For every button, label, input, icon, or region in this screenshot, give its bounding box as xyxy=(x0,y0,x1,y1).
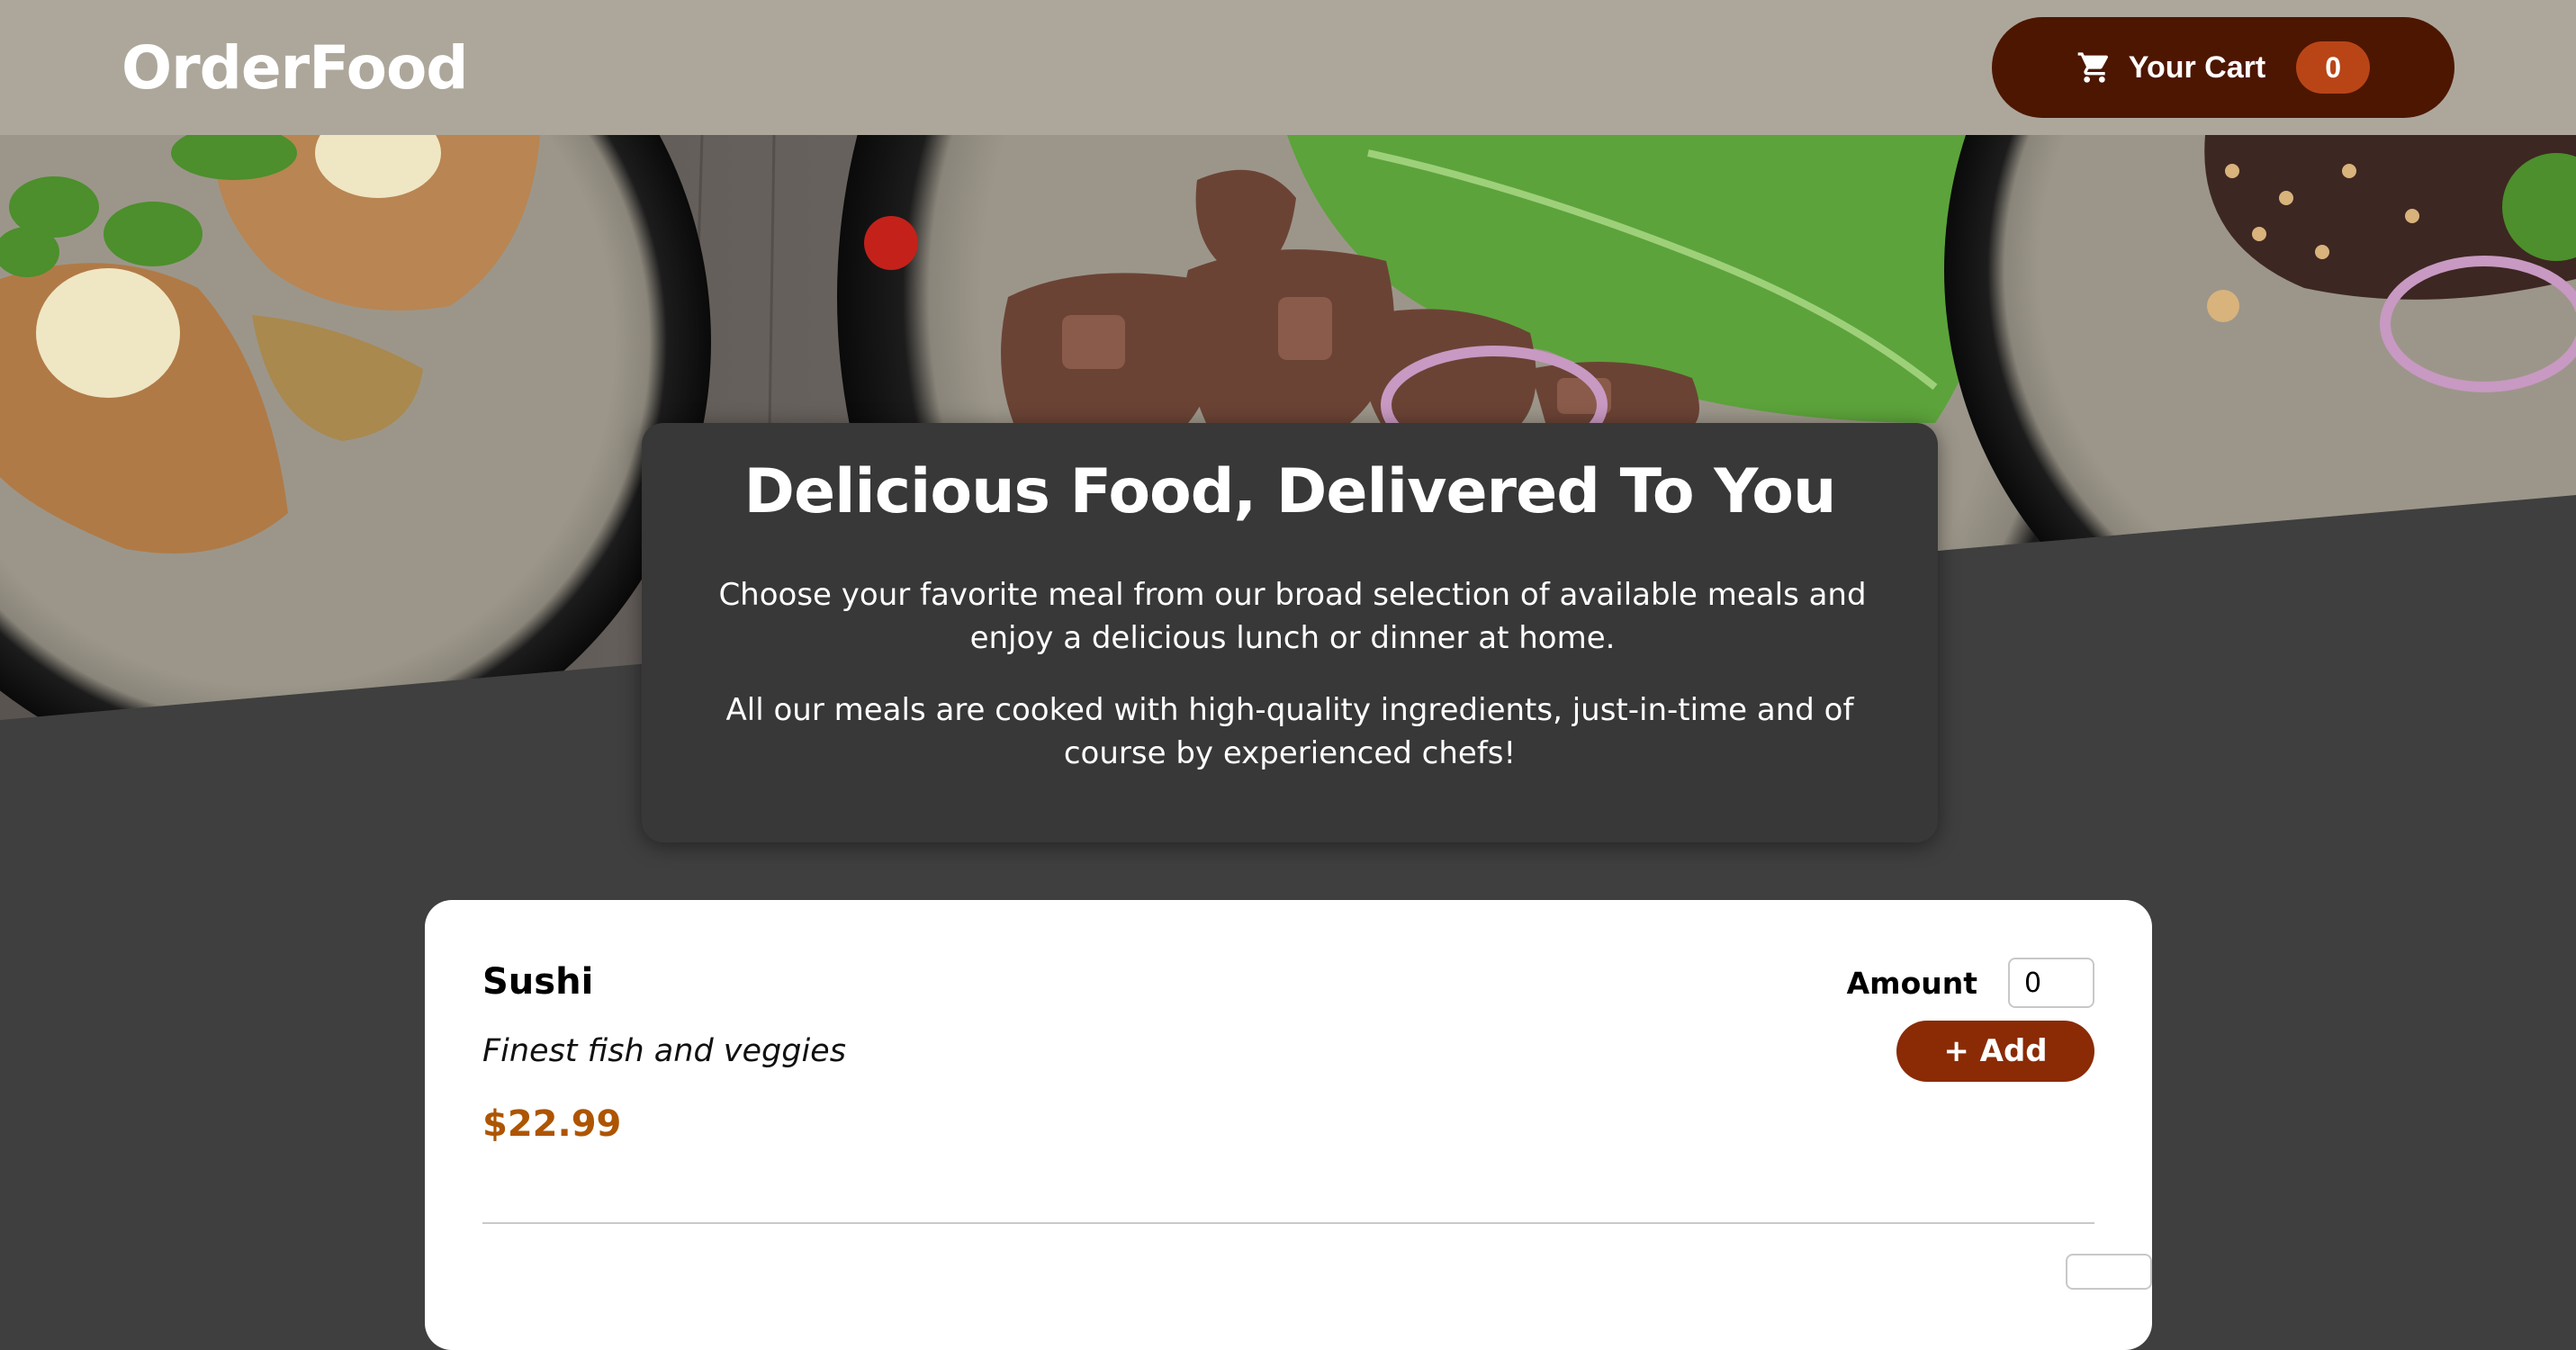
meal-add-form: Amount + Add xyxy=(1847,958,2094,1082)
meal-price: $22.99 xyxy=(482,1103,622,1145)
app-header: OrderFood Your Cart 0 xyxy=(0,0,2576,135)
meals-list-card: Sushi Finest fish and veggies $22.99 Amo… xyxy=(425,900,2152,1350)
cart-label: Your Cart xyxy=(2128,50,2266,85)
cart-count-badge: 0 xyxy=(2296,41,2371,94)
summary-title: Delicious Food, Delivered To You xyxy=(743,456,1837,527)
meal-item: Sushi Finest fish and veggies $22.99 Amo… xyxy=(482,900,2094,1224)
amount-row: Amount xyxy=(1847,958,2094,1008)
brand-logo: OrderFood xyxy=(122,32,469,103)
shopping-cart-icon xyxy=(2077,52,2108,83)
add-to-cart-button[interactable]: + Add xyxy=(1896,1021,2094,1082)
summary-paragraph-1: Choose your favorite meal from our broad… xyxy=(718,576,1867,656)
amount-input[interactable] xyxy=(2066,1254,2152,1290)
amount-label: Amount xyxy=(1846,965,1977,1001)
cart-button[interactable]: Your Cart 0 xyxy=(1992,17,2454,118)
amount-input[interactable] xyxy=(2008,958,2094,1008)
summary-card: Delicious Food, Delivered To You Choose … xyxy=(642,423,1938,842)
summary-paragraph-2: All our meals are cooked with high-quali… xyxy=(725,691,1854,771)
meal-description: Finest fish and veggies xyxy=(482,1033,846,1069)
